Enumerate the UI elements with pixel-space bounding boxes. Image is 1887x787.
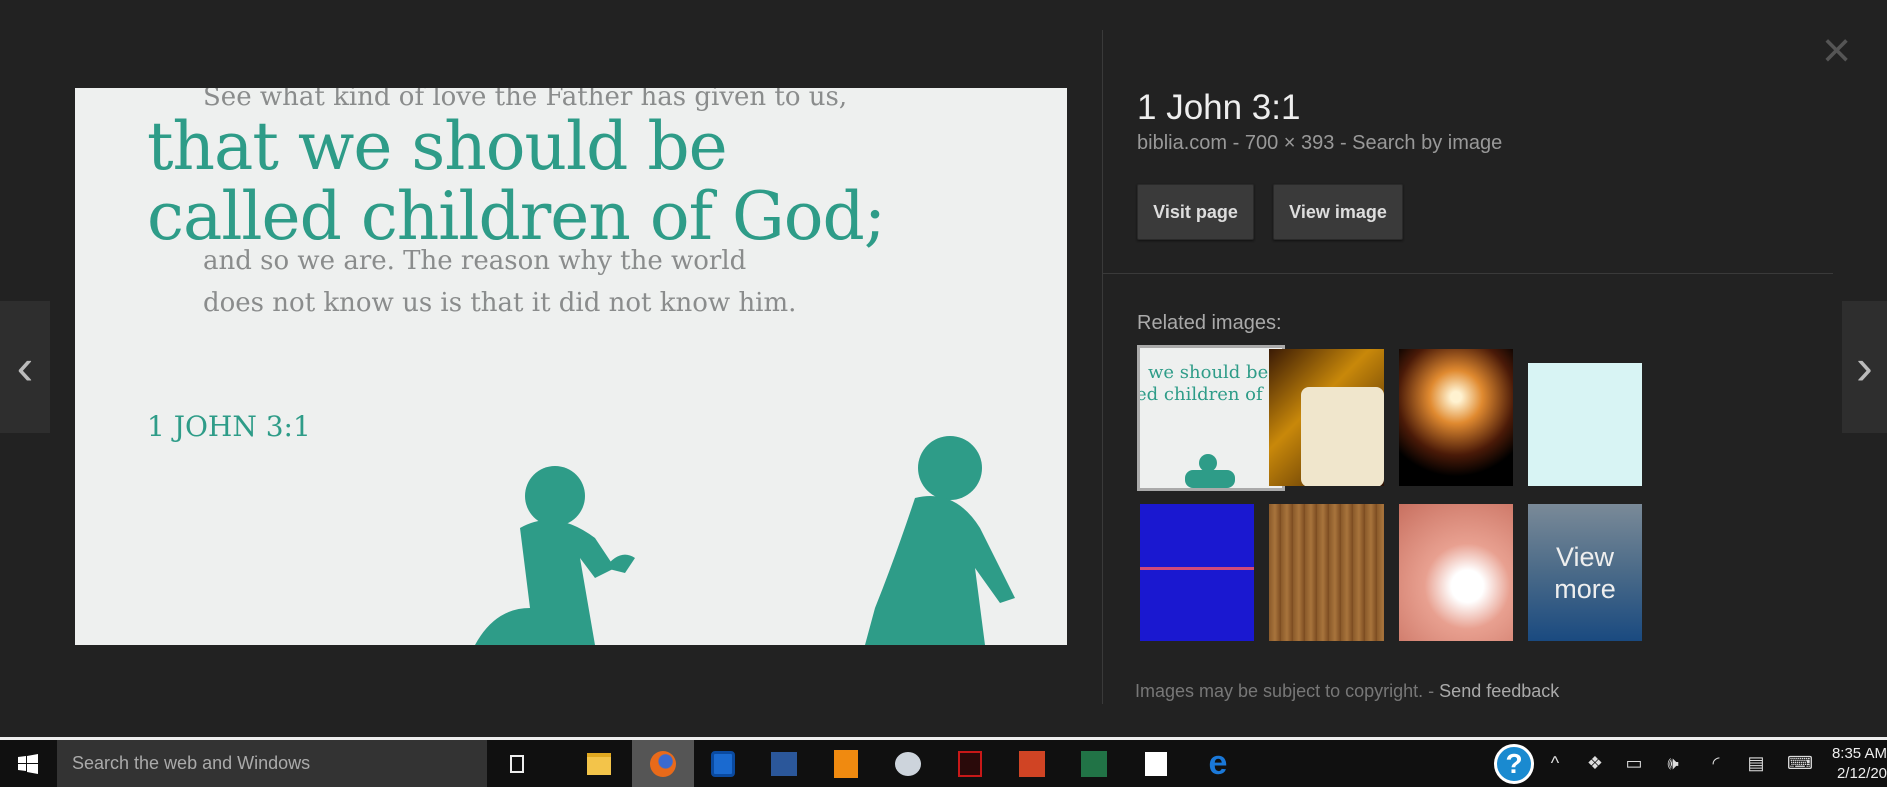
svg-text:ed children of G: ed children of G: [1140, 384, 1282, 405]
svg-text:we should be: we should be: [1148, 362, 1268, 383]
children-silhouette: [475, 436, 1015, 645]
copyright-text: Images may be subject to copyright.: [1135, 681, 1424, 701]
next-image-button[interactable]: ›: [1842, 301, 1887, 433]
start-button[interactable]: [0, 740, 55, 787]
related-image-thumbnail[interactable]: [1399, 349, 1513, 486]
file-explorer-icon[interactable]: [573, 740, 625, 787]
edge-icon[interactable]: e: [1192, 740, 1244, 787]
separator: -: [1339, 132, 1347, 154]
powerpoint-icon[interactable]: [1006, 740, 1058, 787]
divider: [1103, 273, 1833, 274]
separator: -: [1232, 132, 1240, 154]
chevron-up-icon[interactable]: ^: [1540, 740, 1570, 787]
visit-page-button[interactable]: Visit page: [1137, 184, 1254, 240]
action-center-icon[interactable]: ▤: [1740, 740, 1772, 787]
clock[interactable]: 8:35 AM 2/12/20: [1830, 744, 1887, 784]
divider: [1102, 30, 1103, 704]
battery-icon[interactable]: ▭: [1618, 740, 1650, 787]
firefox-icon[interactable]: [632, 740, 694, 787]
word-icon[interactable]: [758, 740, 810, 787]
chevron-left-icon: ‹: [16, 339, 34, 395]
source-link[interactable]: biblia.com: [1137, 132, 1227, 154]
task-view-icon: [510, 754, 524, 773]
excel-icon[interactable]: [1068, 740, 1120, 787]
wifi-icon[interactable]: ◜: [1700, 740, 1732, 787]
related-image-thumbnail[interactable]: we should be ed children of G: [1137, 345, 1285, 491]
paint-icon[interactable]: [882, 740, 934, 787]
store-icon[interactable]: [1130, 740, 1182, 787]
send-feedback-link[interactable]: Send feedback: [1439, 681, 1559, 701]
taskbar: Search the web and Windows e ? ^ ❖ ▭ 🕪 ◜…: [0, 737, 1887, 787]
view-more-button[interactable]: View more: [1528, 504, 1642, 641]
keyboard-icon[interactable]: ⌨: [1780, 740, 1820, 787]
related-image-thumbnail[interactable]: [1528, 349, 1642, 486]
close-icon[interactable]: ×: [1822, 25, 1851, 75]
preview-image[interactable]: See what kind of love the Father has giv…: [75, 88, 1067, 645]
view-more-label: View more: [1554, 541, 1616, 604]
related-image-thumbnail[interactable]: [1399, 504, 1513, 641]
image-meta: biblia.com - 700 × 393 - Search by image: [1137, 132, 1502, 155]
task-view-button[interactable]: [491, 740, 543, 787]
related-image-thumbnail[interactable]: [1140, 504, 1254, 641]
related-image-thumbnail[interactable]: [1269, 349, 1384, 486]
time: 8:35 AM: [1831, 745, 1887, 762]
image-title: 1 John 3:1: [1137, 88, 1301, 127]
acrobat-icon[interactable]: [944, 740, 996, 787]
related-images-label: Related images:: [1137, 312, 1282, 334]
help-icon[interactable]: ?: [1493, 740, 1535, 787]
taskbar-search-input[interactable]: Search the web and Windows: [57, 740, 487, 787]
amazon-icon[interactable]: [820, 740, 872, 787]
copyright-notice: Images may be subject to copyright. - Se…: [1135, 681, 1559, 702]
chevron-right-icon: ›: [1856, 339, 1873, 395]
related-image-thumbnail[interactable]: [1269, 504, 1384, 641]
image-dimensions: 700 × 393: [1244, 132, 1335, 154]
volume-icon[interactable]: 🕪: [1657, 740, 1689, 787]
search-by-image-link[interactable]: Search by image: [1352, 132, 1502, 154]
previous-image-button[interactable]: ‹: [0, 301, 50, 433]
separator: -: [1428, 681, 1435, 701]
windows-icon: [17, 753, 38, 774]
date: 2/12/20: [1836, 765, 1887, 782]
app-icon[interactable]: [697, 740, 749, 787]
view-image-button[interactable]: View image: [1273, 184, 1403, 240]
dropbox-icon[interactable]: ❖: [1580, 740, 1610, 787]
